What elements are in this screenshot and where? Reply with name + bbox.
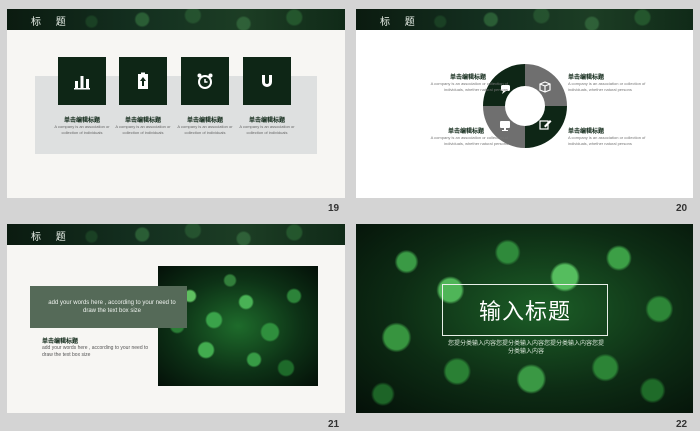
- slide-header: 标 题: [7, 224, 345, 245]
- slide-header: 标 题: [7, 9, 345, 30]
- slide-title: 标 题: [31, 17, 72, 28]
- item-text: add your words here , according to your …: [42, 345, 149, 358]
- main-title: 输入标题: [478, 299, 571, 324]
- slide-title: 标 题: [31, 232, 72, 243]
- subtitle: 您提分类输入内容您提分类输入内容您提分类输入内容您提分类输入内容: [447, 341, 604, 355]
- text-box: add your words here , according to your …: [30, 286, 187, 328]
- slide-title: 标 题: [380, 17, 421, 28]
- item-text: A company is an association or collectio…: [568, 135, 646, 146]
- battery-upload-icon: [119, 57, 167, 105]
- item-title: 单击编辑标题: [42, 339, 79, 345]
- item-title: 单击编辑标题: [448, 129, 485, 135]
- title-frame: 输入标题: [442, 284, 608, 336]
- text-box-content: add your words here , according to your …: [48, 300, 176, 314]
- slide-20[interactable]: 标 题 单击编辑标题 A company is an association o…: [356, 9, 693, 198]
- slide-header: 标 题: [356, 9, 693, 30]
- slide-number: 19: [328, 203, 340, 214]
- slide-21[interactable]: 标 题 add your words here , according to y…: [7, 224, 345, 413]
- slide-number: 21: [328, 419, 340, 430]
- slide-number: 20: [676, 203, 688, 214]
- slide-19[interactable]: 标 题 单击编辑标题 A company is an association o…: [7, 9, 345, 198]
- slide-number: 22: [676, 419, 688, 430]
- item-text: A company is an association or collectio…: [568, 81, 646, 92]
- item-text: A company is an association or collectio…: [239, 124, 295, 135]
- bar-chart-icon: [58, 57, 106, 105]
- magnet-icon: [243, 57, 291, 105]
- item-title: 单击编辑标题: [568, 129, 605, 135]
- item-title: 单击编辑标题: [450, 75, 487, 81]
- item-text: A company is an association or collectio…: [430, 135, 508, 146]
- alarm-clock-icon: [181, 57, 229, 105]
- item-text: A company is an association or collectio…: [430, 81, 508, 92]
- item-text: A company is an association or collectio…: [115, 124, 171, 135]
- item-text: A company is an association or collectio…: [177, 124, 233, 135]
- slide-22[interactable]: 输入标题 您提分类输入内容您提分类输入内容您提分类输入内容您提分类输入内容: [356, 224, 693, 413]
- item-title: 单击编辑标题: [248, 118, 285, 124]
- item-title: 单击编辑标题: [568, 75, 605, 81]
- item-text: A company is an association or collectio…: [54, 124, 110, 135]
